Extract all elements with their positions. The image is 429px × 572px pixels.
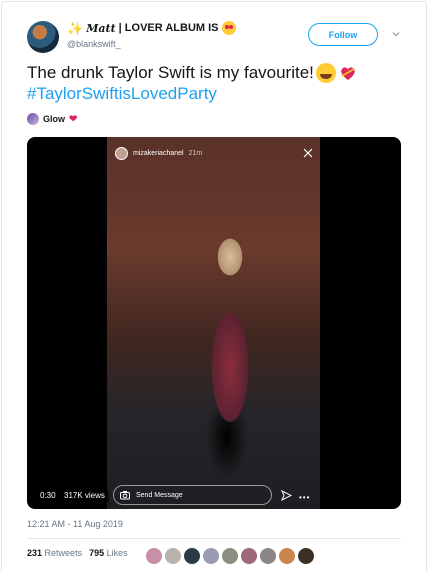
liker-avatar[interactable] [222, 548, 238, 564]
direct-message-icon [281, 490, 292, 501]
ig-time: 21m [188, 150, 203, 157]
heart-eyes-emoji-icon [221, 21, 236, 35]
more-options-icon: ••• [299, 493, 311, 502]
liker-avatar[interactable] [184, 548, 200, 564]
tears-of-joy-emoji-icon [315, 62, 336, 83]
ig-story-header: mizakeriachanel 21m [115, 147, 202, 160]
liker-avatar[interactable] [260, 548, 276, 564]
avatar[interactable] [27, 21, 59, 53]
follow-button[interactable]: Follow [308, 23, 378, 46]
send-message-field: Send Message [113, 485, 272, 505]
embedded-video[interactable]: mizakeriachanel 21m 0:30 317K views Send… [27, 137, 401, 509]
glow-app-icon [27, 113, 39, 125]
retweets-stat[interactable]: 231 Retweets [27, 548, 82, 558]
tweet-body: The drunk Taylor Swift is my favourite! [27, 63, 314, 82]
display-name-script: Matt [86, 21, 116, 35]
heart-with-ribbon-emoji-icon [341, 66, 355, 80]
close-icon [303, 148, 313, 158]
ig-avatar [115, 147, 128, 160]
music-tag[interactable]: Glow ❤ [27, 113, 77, 125]
liker-avatar[interactable] [203, 548, 219, 564]
liker-avatar[interactable] [165, 548, 181, 564]
tweet-timestamp[interactable]: 12:21 AM - 11 Aug 2019 [27, 519, 123, 529]
tweet-text: The drunk Taylor Swift is my favourite! … [27, 62, 407, 104]
likes-stat[interactable]: 795 Likes [89, 548, 128, 558]
display-name-text: | LOVER ALBUM IS [118, 22, 219, 34]
hashtag-link[interactable]: #TaylorSwiftisLovedParty [27, 83, 407, 104]
retweets-label: Retweets [44, 548, 83, 558]
camera-icon [120, 491, 130, 500]
tweet-stats: 231 Retweets 795 Likes [27, 548, 128, 558]
display-name[interactable]: ✨ Matt | LOVER ALBUM IS [67, 21, 236, 35]
video-subject [195, 217, 265, 457]
retweets-count: 231 [27, 548, 43, 558]
liker-avatars [146, 548, 314, 564]
sparkles-icon: ✨ [67, 20, 84, 36]
video-views: 317K views [60, 489, 109, 503]
liker-avatar[interactable] [298, 548, 314, 564]
video-duration: 0:30 [36, 489, 60, 503]
divider [27, 538, 401, 539]
chevron-down-icon[interactable] [391, 29, 401, 39]
liker-avatar[interactable] [241, 548, 257, 564]
ig-username: mizakeriachanel [133, 150, 184, 157]
liker-avatar[interactable] [146, 548, 162, 564]
send-message-placeholder: Send Message [136, 491, 183, 499]
likes-label: Likes [106, 548, 128, 558]
red-heart-icon: ❤ [69, 113, 78, 125]
likes-count: 795 [89, 548, 105, 558]
music-label: Glow [43, 114, 65, 124]
liker-avatar[interactable] [279, 548, 295, 564]
user-handle[interactable]: @blankswift_ [67, 39, 121, 49]
